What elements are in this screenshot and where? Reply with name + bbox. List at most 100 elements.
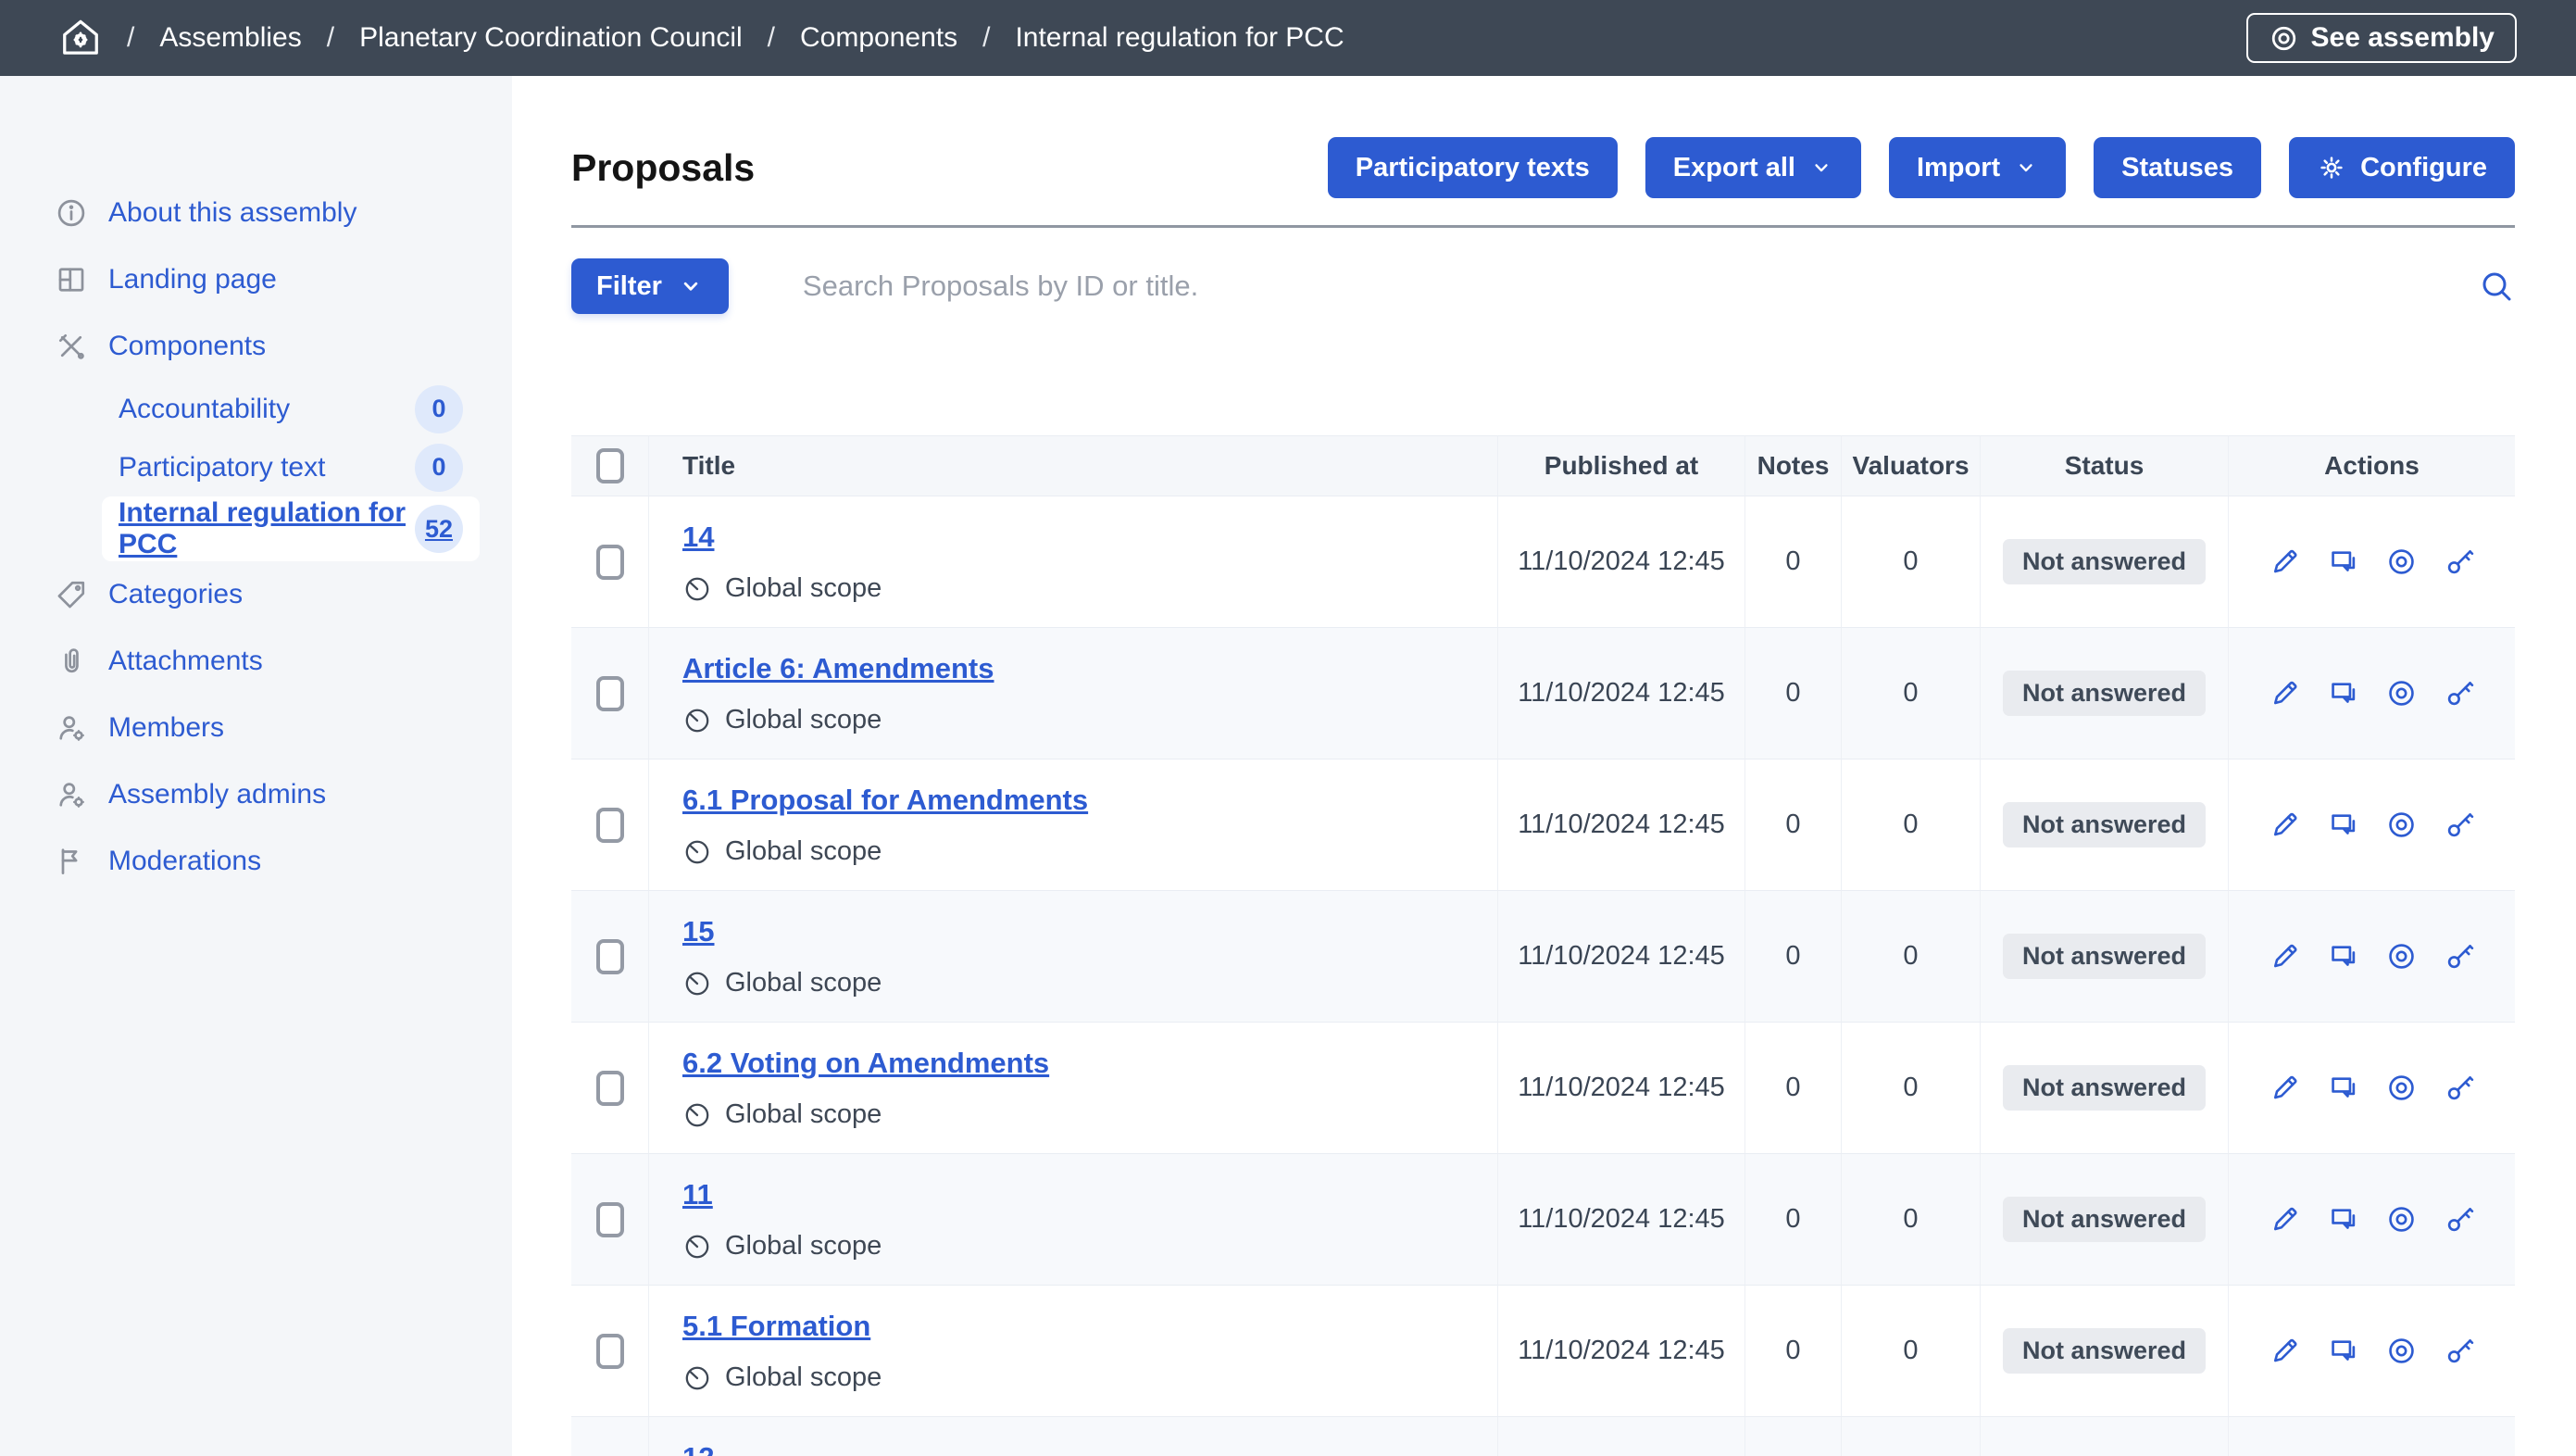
answer-icon[interactable] (2327, 809, 2359, 841)
proposal-title-cell: 15Global scope (648, 891, 1497, 1023)
sidebar-item-attachments[interactable]: Attachments (0, 628, 512, 695)
proposal-title-link[interactable]: 6.2 Voting on Amendments (682, 1047, 1049, 1080)
export-all-button[interactable]: Export all (1645, 137, 1861, 198)
edit-icon[interactable] (2269, 677, 2301, 709)
sidebar-item-components[interactable]: Components (0, 313, 512, 380)
answer-icon[interactable] (2327, 1072, 2359, 1104)
sidebar-subitem-participatory-text[interactable]: Participatory text0 (102, 438, 480, 496)
proposal-title-link[interactable]: 5.1 Formation (682, 1310, 870, 1343)
breadcrumb-link[interactable]: Planetary Coordination Council (359, 22, 743, 54)
sidebar-item-about-this-assembly[interactable]: About this assembly (0, 180, 512, 246)
permissions-icon[interactable] (2444, 940, 2476, 973)
proposal-title-link[interactable]: 11 (682, 1178, 713, 1211)
ban-icon (682, 1363, 712, 1393)
breadcrumb-link[interactable]: Internal regulation for PCC (1015, 22, 1344, 54)
row-checkbox[interactable] (596, 545, 624, 580)
participatory-texts-button[interactable]: Participatory texts (1328, 137, 1618, 198)
edit-icon[interactable] (2269, 1072, 2301, 1104)
proposal-title-link[interactable]: 15 (682, 915, 714, 948)
breadcrumb-link[interactable]: Assemblies (159, 22, 301, 54)
user-gear-icon (55, 778, 88, 811)
answer-icon[interactable] (2327, 1335, 2359, 1367)
search-button[interactable] (2478, 268, 2515, 305)
permissions-icon[interactable] (2444, 677, 2476, 709)
count-badge[interactable]: 0 (415, 385, 463, 433)
sidebar-subitem-label: Internal regulation for PCC (119, 497, 415, 560)
permissions-icon (2444, 546, 2476, 578)
gear-icon (2317, 153, 2346, 182)
permissions-icon[interactable] (2444, 1203, 2476, 1236)
edit-icon[interactable] (2269, 940, 2301, 973)
row-actions-cell (2228, 496, 2515, 628)
sidebar-item-label: About this assembly (108, 197, 356, 229)
preview-icon[interactable] (2385, 809, 2418, 841)
valuators-cell-value: 0 (1903, 941, 1918, 972)
filter-button[interactable]: Filter (571, 258, 729, 314)
column-header-actions: Actions (2228, 435, 2515, 496)
sidebar-item-assembly-admins[interactable]: Assembly admins (0, 761, 512, 828)
preview-icon[interactable] (2385, 1335, 2418, 1367)
scope-label: Global scope (725, 705, 882, 735)
sidebar-subitem-internal-regulation-for-pcc[interactable]: Internal regulation for PCC52 (102, 496, 480, 561)
proposal-title-link[interactable]: 12 (682, 1441, 714, 1456)
notes-cell-value: 0 (1785, 810, 1800, 840)
user-gear-icon (55, 778, 88, 811)
answer-icon[interactable] (2327, 940, 2359, 973)
configure-button[interactable]: Configure (2289, 137, 2515, 198)
answer-icon[interactable] (2327, 546, 2359, 578)
edit-icon[interactable] (2269, 546, 2301, 578)
row-select-cell (571, 1286, 648, 1417)
notes-cell-value: 0 (1785, 1336, 1800, 1366)
preview-icon[interactable] (2385, 940, 2418, 973)
proposal-title-link[interactable]: Article 6: Amendments (682, 652, 994, 685)
proposal-title-link[interactable]: 14 (682, 521, 714, 554)
sidebar-item-members[interactable]: Members (0, 695, 512, 761)
see-assembly-button[interactable]: See assembly (2246, 13, 2517, 63)
admin-screen: / Assemblies/Planetary Coordination Coun… (0, 0, 2576, 1456)
permissions-icon[interactable] (2444, 809, 2476, 841)
answer-icon[interactable] (2327, 677, 2359, 709)
preview-icon[interactable] (2385, 1203, 2418, 1236)
row-checkbox[interactable] (596, 939, 624, 974)
edit-icon[interactable] (2269, 1203, 2301, 1236)
answer-icon[interactable] (2327, 1203, 2359, 1236)
preview-icon[interactable] (2385, 546, 2418, 578)
row-checkbox[interactable] (596, 1334, 624, 1369)
permissions-icon[interactable] (2444, 1072, 2476, 1104)
published-at-cell-value: 11/10/2024 12:45 (1518, 546, 1725, 577)
count-badge[interactable]: 0 (415, 444, 463, 492)
sidebar-subitem-accountability[interactable]: Accountability0 (102, 380, 480, 438)
proposal-title-link[interactable]: 6.1 Proposal for Amendments (682, 784, 1088, 817)
scope-label: Global scope (725, 573, 882, 604)
preview-icon (2385, 809, 2418, 841)
row-checkbox[interactable] (596, 676, 624, 711)
row-checkbox[interactable] (596, 1071, 624, 1106)
preview-icon[interactable] (2385, 1072, 2418, 1104)
search-input[interactable] (803, 270, 2478, 303)
row-checkbox[interactable] (596, 808, 624, 843)
notes-cell-value: 0 (1785, 941, 1800, 972)
notes-cell: 0 (1744, 759, 1841, 891)
preview-icon[interactable] (2385, 677, 2418, 709)
import-button[interactable]: Import (1889, 137, 2066, 198)
count-badge[interactable]: 52 (415, 505, 463, 553)
edit-icon (2269, 1335, 2301, 1367)
statuses-button[interactable]: Statuses (2094, 137, 2261, 198)
row-select-cell (571, 1417, 648, 1456)
proposal-title-cell: 6.1 Proposal for AmendmentsGlobal scope (648, 759, 1497, 891)
search-icon (2478, 268, 2515, 305)
sidebar-item-landing-page[interactable]: Landing page (0, 246, 512, 313)
row-select-cell (571, 1023, 648, 1154)
select-all-checkbox[interactable] (596, 448, 624, 483)
sidebar-item-moderations[interactable]: Moderations (0, 828, 512, 895)
edit-icon[interactable] (2269, 809, 2301, 841)
notes-cell-value: 0 (1785, 1073, 1800, 1103)
edit-icon[interactable] (2269, 1335, 2301, 1367)
home-icon[interactable] (59, 17, 102, 59)
row-checkbox[interactable] (596, 1202, 624, 1237)
breadcrumb-link[interactable]: Components (800, 22, 957, 54)
permissions-icon[interactable] (2444, 1335, 2476, 1367)
ban-icon (682, 837, 712, 867)
sidebar-item-categories[interactable]: Categories (0, 561, 512, 628)
permissions-icon[interactable] (2444, 546, 2476, 578)
